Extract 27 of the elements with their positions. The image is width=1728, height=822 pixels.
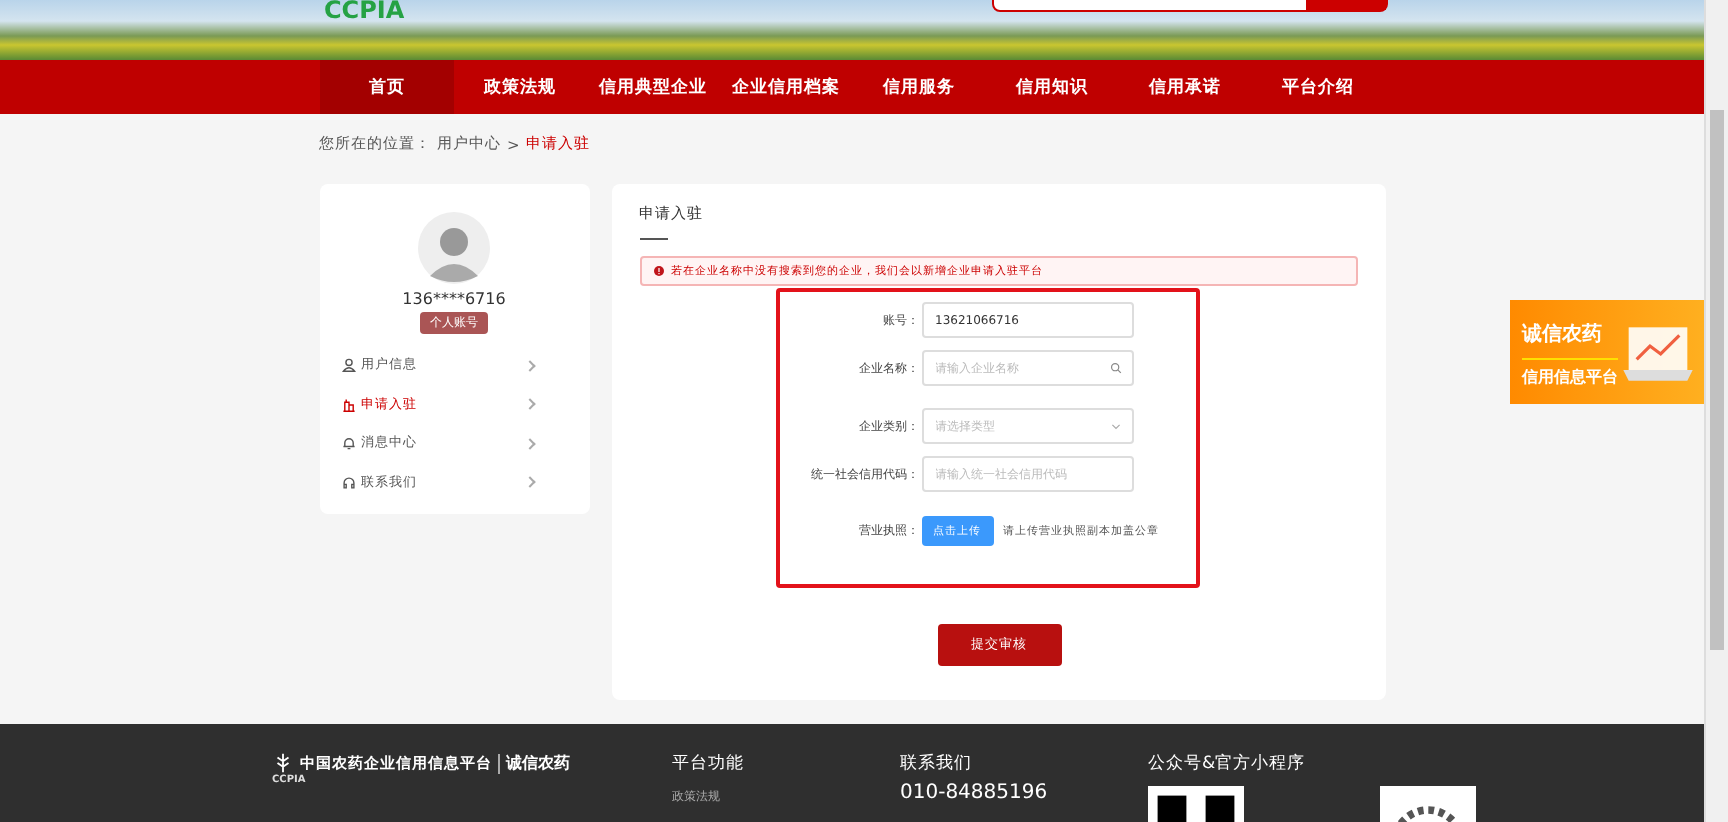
promo-title: 诚信农药 [1522,321,1604,348]
footer-heading: 平台功能 [672,752,746,776]
footer-heading: 联系我们 [900,752,974,776]
bell-icon [341,436,355,451]
footer-brand: 诚信农药 [506,752,570,774]
footer-heading: 公众号&官方小程序 [1148,752,1308,776]
avatar-icon [418,212,490,284]
user-phone: 136****6716 [402,290,506,308]
promo-subtitle: 信用信息平台 [1522,358,1618,388]
building-icon [341,397,355,412]
nav-tab[interactable]: 平台介绍 [1251,60,1384,114]
wheat-logo-icon [272,752,294,774]
headset-icon [341,475,355,490]
nav-tab[interactable]: 企业信用档案 [719,60,852,114]
nav-tab[interactable]: 信用知识 [985,60,1118,114]
nav-tab[interactable]: 首页 [320,60,453,114]
nav-tab[interactable]: 信用服务 [852,60,985,114]
nav-tab[interactable]: 信用典型企业 [586,60,719,114]
nav-tab[interactable]: 政策法规 [453,60,586,114]
site-logo: CCPIA [324,0,405,24]
user-icon [341,358,355,373]
chevron-down-icon [1109,420,1121,432]
phone-number: 010-84885196 [900,782,1050,804]
nav-tab[interactable]: 信用承诺 [1118,60,1251,114]
warning-icon [653,266,663,276]
search-icon [1109,362,1121,374]
scrollbar[interactable] [1704,0,1728,822]
